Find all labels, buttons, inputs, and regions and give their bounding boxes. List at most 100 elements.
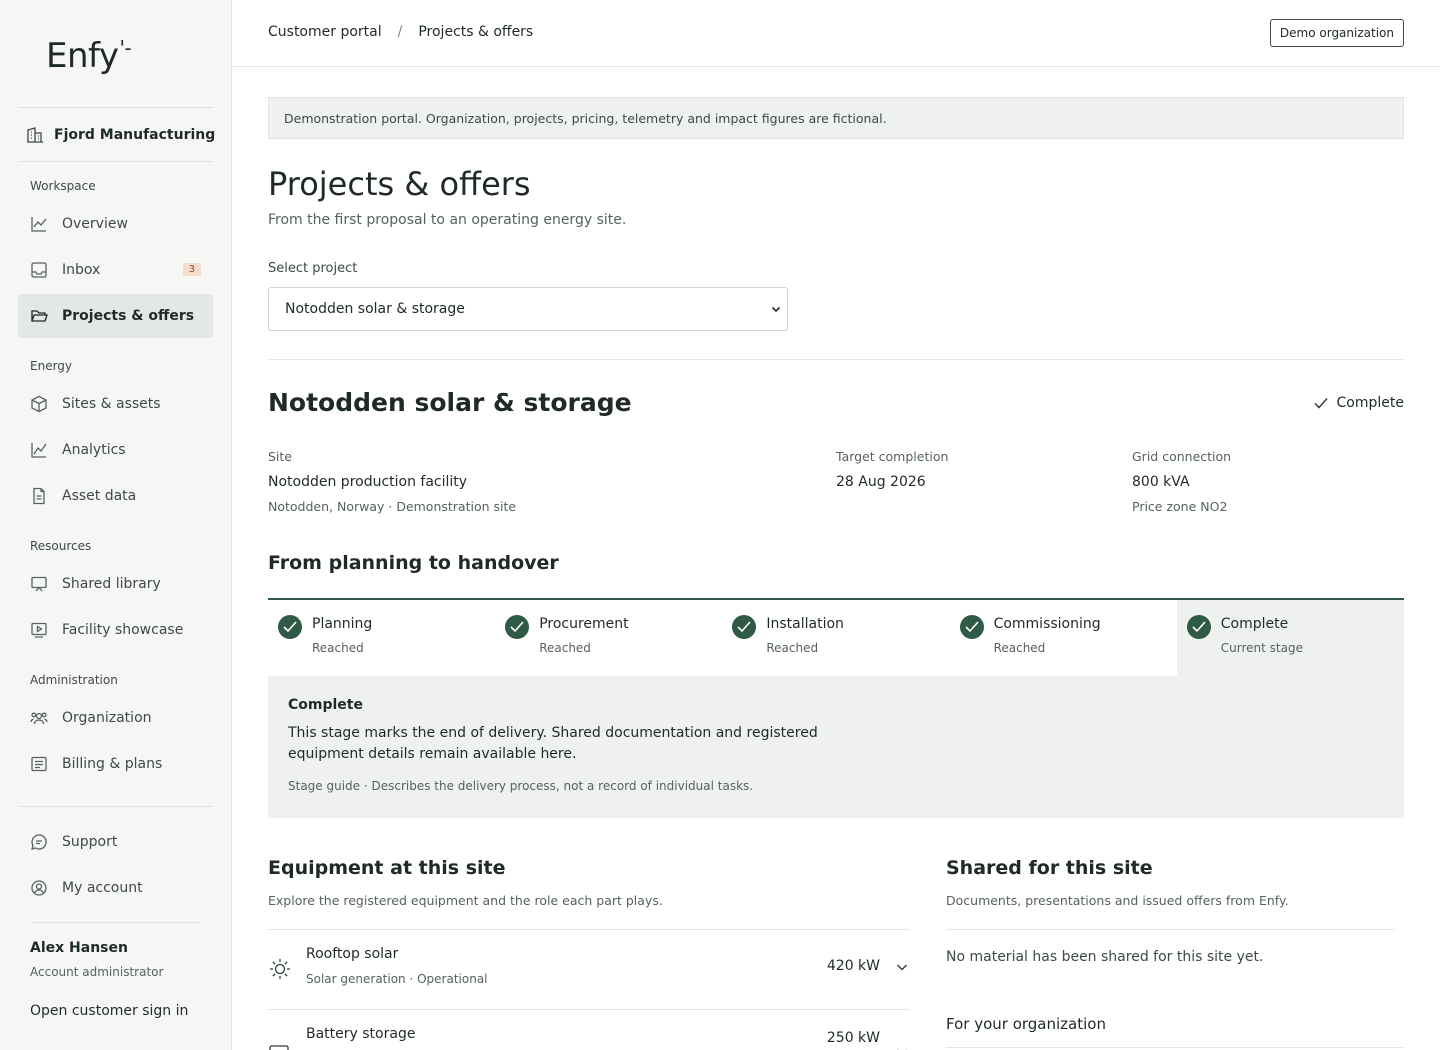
stage-installation[interactable]: Installation Reached — [722, 600, 949, 676]
check-circle-icon — [1186, 615, 1211, 639]
receipt-icon — [31, 756, 47, 772]
cube-icon — [31, 395, 47, 413]
equipment-subtitle: Explore the registered equipment and the… — [268, 893, 663, 908]
check-circle-icon — [278, 615, 302, 639]
stage-commissioning[interactable]: Commissioning Reached — [950, 600, 1177, 676]
select-project-label: Select project — [268, 261, 358, 276]
sidebar-item-billing[interactable]: Billing & plans — [18, 742, 213, 786]
stage-procurement[interactable]: Procurement Reached — [495, 600, 722, 676]
section-energy: Energy — [30, 359, 73, 373]
sun-icon — [270, 959, 290, 979]
section-administration: Administration — [30, 673, 118, 687]
enfy-logo[interactable]: Enfy'- — [46, 36, 132, 76]
inbox-count-badge: 3 — [182, 263, 201, 276]
page-subtitle: From the first proposal to an operating … — [268, 212, 627, 228]
sidebar-item-inbox[interactable]: Inbox 3 — [18, 248, 213, 292]
stage-guide-note: Stage guide · Describes the delivery pro… — [288, 779, 754, 793]
equipment-row-battery-storage[interactable]: Battery storage 250 kW — [268, 1010, 910, 1050]
sidebar-item-asset-data[interactable]: Asset data — [18, 474, 213, 518]
sidebar-item-projects[interactable]: Projects & offers — [18, 294, 213, 338]
sidebar-item-sites[interactable]: Sites & assets — [18, 382, 213, 426]
equipment-description: Solar generation · Operational — [306, 972, 488, 986]
sidebar-item-analytics[interactable]: Analytics — [18, 428, 213, 472]
sidebar-item-label: Inbox — [62, 262, 101, 278]
top-bar: Customer portal / Projects & offers Demo… — [232, 0, 1440, 67]
presentation-icon — [31, 576, 47, 592]
sidebar-divider — [18, 107, 213, 108]
stage-name: Complete — [1220, 616, 1289, 632]
equipment-name: Battery storage — [306, 1026, 416, 1042]
stage-detail-title: Complete — [288, 697, 363, 713]
stage-planning[interactable]: Planning Reached — [268, 600, 495, 676]
sidebar-item-overview[interactable]: Overview — [18, 202, 213, 246]
stage-state: Reached — [312, 641, 364, 655]
sidebar-divider — [30, 922, 201, 923]
chevron-down-icon — [897, 1049, 907, 1050]
stage-timeline: Planning Reached Procurement Reached Ins… — [268, 598, 1404, 676]
breadcrumb: Customer portal / Projects & offers — [268, 24, 533, 40]
target-completion-value: 28 Aug 2026 — [836, 474, 926, 490]
sidebar-item-label: Facility showcase — [62, 622, 184, 638]
sidebar-item-organization[interactable]: Organization — [18, 696, 213, 740]
chevron-down-icon — [897, 964, 907, 971]
stage-state: Reached — [539, 641, 591, 655]
equipment-power: 250 kW — [826, 1030, 880, 1046]
price-zone: Price zone NO2 — [1132, 499, 1228, 514]
stage-detail-panel: Complete This stage marks the end of del… — [268, 676, 1404, 818]
project-select[interactable]: Notodden solar & storage — [268, 287, 788, 331]
stage-complete[interactable]: Complete Current stage — [1176, 600, 1404, 676]
stage-name: Commissioning — [993, 616, 1101, 632]
sidebar-item-facility-showcase[interactable]: Facility showcase — [18, 608, 213, 652]
organization-switcher[interactable]: Fjord Manufacturing — [26, 124, 215, 146]
sidebar-item-shared-library[interactable]: Shared library — [18, 562, 213, 606]
demo-organization-button[interactable]: Demo organization — [1269, 19, 1404, 47]
project-title: Notodden solar & storage — [268, 388, 632, 417]
demo-notice-text: Demonstration portal. Organization, proj… — [284, 110, 887, 126]
sidebar-item-my-account[interactable]: My account — [18, 866, 213, 910]
page-title: Projects & offers — [268, 165, 531, 203]
equipment-power: 420 kW — [826, 958, 880, 974]
shared-empty-state: No material has been shared for this sit… — [946, 949, 1264, 965]
equipment-row-rooftop-solar[interactable]: Rooftop solar Solar generation · Operati… — [268, 930, 910, 1010]
project-select-value: Notodden solar & storage — [285, 301, 465, 317]
shared-divider — [946, 1047, 1404, 1048]
breadcrumb-customer-portal[interactable]: Customer portal — [268, 24, 382, 40]
stage-state: Current stage — [1220, 641, 1303, 655]
stage-name: Installation — [766, 616, 844, 632]
video-icon — [31, 622, 47, 638]
grid-connection-value: 800 kVA — [1132, 474, 1190, 490]
stage-detail-text: This stage marks the end of delivery. Sh… — [288, 725, 818, 762]
user-name: Alex Hansen — [30, 940, 128, 956]
sidebar-item-label: Overview — [62, 216, 128, 232]
breadcrumb-separator: / — [397, 24, 403, 40]
sidebar-item-label: Billing & plans — [62, 756, 163, 772]
line-chart-icon — [31, 217, 47, 232]
stage-name: Procurement — [539, 616, 629, 632]
user-role: Account administrator — [30, 965, 164, 979]
sidebar-item-label: Organization — [62, 710, 152, 726]
grid-connection-label: Grid connection — [1132, 449, 1232, 464]
chat-bubble-icon — [31, 834, 47, 850]
site-label: Site — [268, 449, 292, 464]
section-workspace: Workspace — [30, 179, 96, 193]
sidebar-item-label: Projects & offers — [62, 308, 195, 324]
equipment-heading: Equipment at this site — [268, 857, 506, 879]
sidebar-divider — [18, 161, 213, 162]
sidebar-item-label: Asset data — [62, 488, 137, 504]
sidebar-item-support[interactable]: Support — [18, 820, 213, 864]
analytics-icon — [31, 443, 47, 458]
inbox-icon — [31, 262, 47, 278]
section-divider — [268, 359, 1404, 360]
organization-name: Fjord Manufacturing — [54, 127, 216, 143]
customer-sign-in-link[interactable]: Open customer sign in — [30, 1003, 188, 1019]
building-icon — [27, 127, 43, 143]
folder-open-icon — [31, 310, 48, 322]
section-resources: Resources — [30, 539, 92, 553]
check-circle-icon — [959, 615, 984, 639]
sidebar-divider — [18, 806, 213, 807]
site-location: Notodden, Norway · Demonstration site — [268, 499, 517, 514]
shared-divider — [946, 929, 1395, 930]
account-circle-icon — [31, 880, 47, 896]
demo-notice: Demonstration portal. Organization, proj… — [268, 97, 1404, 139]
stage-state: Reached — [766, 641, 819, 655]
